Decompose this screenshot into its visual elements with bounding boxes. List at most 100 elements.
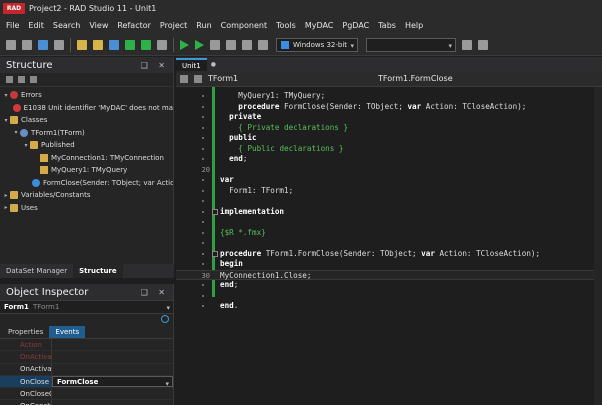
event-row[interactable]: Action [0, 339, 173, 352]
editor-scrollbar[interactable] [594, 87, 602, 405]
tree-item[interactable]: MyQuery1: TMyQuery [0, 164, 173, 177]
fold-toggle-icon[interactable] [212, 250, 218, 257]
collapse-all-icon[interactable] [30, 76, 37, 83]
menu-tabs[interactable]: Tabs [378, 21, 396, 30]
menu-help[interactable]: Help [405, 21, 423, 30]
menu-component[interactable]: Component [221, 21, 267, 30]
new-project-icon[interactable] [77, 39, 87, 50]
code-line[interactable]: Form1: TForm1; [176, 186, 594, 197]
tree-item[interactable]: ▾ Classes [0, 114, 173, 127]
code-editor[interactable]: MyQuery1: TMyQuery; procedure FormClose(… [176, 87, 594, 405]
menu-search[interactable]: Search [53, 21, 80, 30]
code-line[interactable]: var [176, 175, 594, 186]
new-icon[interactable] [6, 39, 16, 50]
object-inspector-search[interactable] [0, 314, 173, 327]
event-row[interactable]: OnActivate [0, 351, 173, 364]
event-value[interactable] [52, 351, 173, 362]
add-to-project-icon[interactable] [125, 39, 135, 50]
event-row[interactable]: OnActivate [0, 363, 173, 376]
tab-dataset-manager[interactable]: DataSet Manager [0, 264, 73, 278]
menu-view[interactable]: View [89, 21, 108, 30]
tree-item[interactable]: FormClose(Sender: TObject; var Actio [0, 177, 173, 190]
code-line[interactable]: implementation [176, 207, 594, 218]
panel-pin-close-icons[interactable]: ❑ ✕ [141, 288, 169, 297]
tree-item[interactable]: MyConnection1: TMyConnection [0, 152, 173, 165]
code-line[interactable]: { Private declarations } [176, 123, 594, 134]
options-icon[interactable] [194, 74, 202, 83]
event-value[interactable] [52, 364, 173, 375]
code-line[interactable]: procedure TForm1.FormClose(Sender: TObje… [176, 249, 594, 260]
expand-toggle-icon[interactable]: ▸ [2, 204, 10, 211]
event-row[interactable]: OnClose FormClose ▾ [0, 375, 173, 389]
device-select[interactable]: ▾ [366, 37, 456, 52]
code-line[interactable]: procedure FormClose(Sender: TObject; var… [176, 102, 594, 113]
sort-icon[interactable] [6, 76, 13, 83]
tree-item[interactable]: ▸ Uses [0, 202, 173, 215]
tab-events[interactable]: Events [49, 326, 86, 338]
menu-run[interactable]: Run [196, 21, 211, 30]
device-manager-icon[interactable] [462, 39, 472, 50]
step-into-icon[interactable] [258, 39, 268, 50]
menu-project[interactable]: Project [160, 21, 187, 30]
event-handler-select[interactable]: FormClose ▾ [52, 375, 173, 388]
chevron-down-icon[interactable]: ▾ [165, 380, 169, 388]
menu-file[interactable]: File [6, 21, 19, 30]
code-line[interactable] [176, 238, 594, 249]
code-line[interactable] [176, 196, 594, 207]
open-icon[interactable] [22, 39, 32, 50]
run-without-debug-icon[interactable] [195, 39, 204, 50]
expand-toggle-icon[interactable]: ▾ [2, 117, 10, 124]
object-selector[interactable]: Form1 TForm1 ▾ [0, 300, 173, 314]
expand-all-icon[interactable] [18, 76, 25, 83]
tab-structure[interactable]: Structure [73, 264, 123, 278]
remove-from-project-icon[interactable] [141, 39, 151, 50]
step-over-icon[interactable] [242, 39, 252, 50]
code-line[interactable]: end. [176, 301, 594, 312]
menu-edit[interactable]: Edit [28, 21, 44, 30]
save-all-icon[interactable] [109, 39, 119, 50]
code-line[interactable]: { Public declarations } [176, 144, 594, 155]
code-line[interactable]: MyQuery1: TMyQuery; [176, 91, 594, 102]
code-line[interactable] [176, 291, 594, 302]
pause-icon[interactable] [210, 39, 220, 50]
toolbar-options-icon[interactable] [478, 39, 488, 50]
tab-unit1[interactable]: Unit1 [176, 58, 207, 71]
search-icon[interactable] [161, 315, 169, 323]
code-line[interactable]: end; [176, 154, 594, 165]
stop-icon[interactable] [226, 39, 236, 50]
code-line[interactable]: 20 [176, 165, 594, 176]
tree-item[interactable]: ▾ Errors [0, 89, 173, 102]
code-line[interactable]: private [176, 112, 594, 123]
code-line[interactable]: public [176, 133, 594, 144]
tree-item[interactable]: ▸ Variables/Constants [0, 189, 173, 202]
run-icon[interactable] [180, 39, 189, 50]
code-line[interactable]: begin [176, 259, 594, 270]
menu-refactor[interactable]: Refactor [117, 21, 151, 30]
event-value[interactable] [52, 388, 173, 399]
expand-toggle-icon[interactable]: ▾ [12, 129, 20, 136]
event-row[interactable]: OnCloseQuery [0, 388, 173, 401]
save-icon[interactable] [38, 39, 48, 50]
open-project-icon[interactable] [93, 39, 103, 50]
tree-item[interactable]: E1038 Unit identifier 'MyDAC' does not m… [0, 102, 173, 115]
menu-pgdac[interactable]: PgDAC [342, 21, 369, 30]
panel-pin-close-icons[interactable]: ❑ ✕ [141, 61, 169, 70]
history-icon[interactable] [180, 74, 188, 83]
help-icon[interactable] [157, 39, 167, 50]
platform-select[interactable]: Windows 32-bit ▾ [276, 37, 358, 52]
class-selector[interactable]: TForm1 [208, 74, 378, 83]
code-line[interactable]: 30 MyConnection1.Close; [176, 269, 594, 280]
code-line[interactable] [176, 217, 594, 228]
expand-toggle-icon[interactable]: ▸ [2, 192, 10, 199]
expand-toggle-icon[interactable]: ▾ [22, 142, 30, 149]
fold-toggle-icon[interactable] [212, 208, 218, 215]
event-row[interactable]: OnConstrained [0, 400, 173, 405]
undo-icon[interactable] [54, 39, 64, 50]
event-value[interactable] [52, 400, 173, 405]
code-line[interactable]: {$R *.fmx} [176, 228, 594, 239]
tree-item[interactable]: ▾ Published [0, 139, 173, 152]
expand-toggle-icon[interactable]: ▾ [2, 92, 10, 99]
event-value[interactable] [52, 339, 173, 350]
tree-item[interactable]: ▾ TForm1(TForm) [0, 127, 173, 140]
tab-properties[interactable]: Properties [2, 326, 49, 338]
